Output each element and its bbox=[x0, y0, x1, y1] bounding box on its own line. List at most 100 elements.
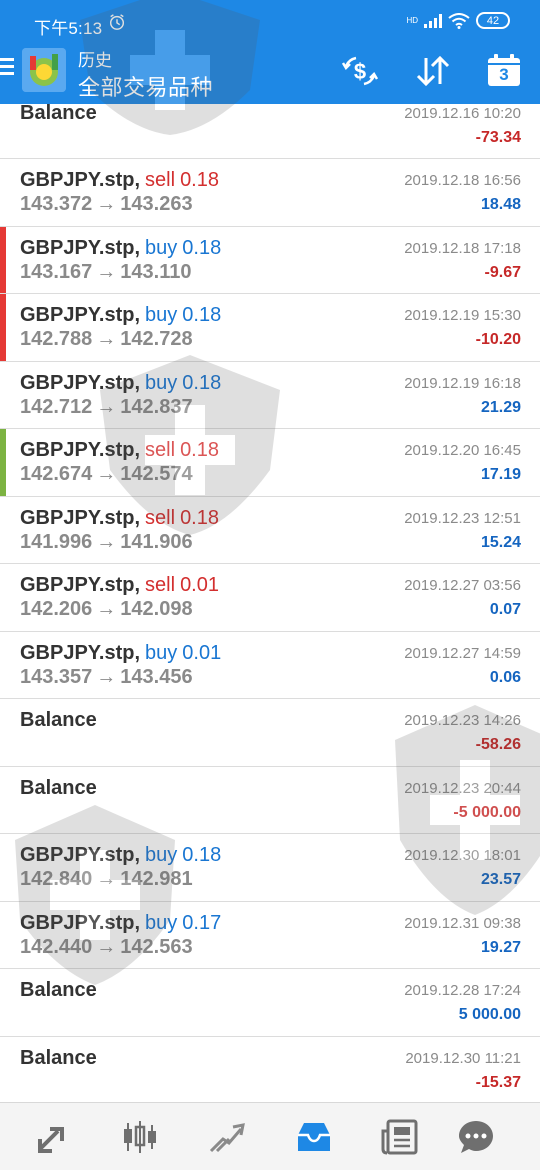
row-time: 2019.12.23 20:44 bbox=[404, 779, 521, 797]
symbol-filter[interactable]: 全部交易品种 bbox=[78, 70, 213, 102]
close-price: 142.563 bbox=[120, 935, 193, 958]
open-price: 142.440 bbox=[20, 935, 93, 958]
open-price: 142.788 bbox=[20, 328, 93, 350]
close-price: 143.263 bbox=[120, 193, 193, 215]
chart-icon[interactable] bbox=[120, 1117, 160, 1157]
status-bar: 下午5:13 HD 42 bbox=[0, 0, 540, 44]
row-marker bbox=[0, 226, 6, 293]
history-row[interactable]: GBPJPY.stp, buy 0.01 143.357 → 143.456 2019.12… bbox=[0, 632, 540, 699]
history-row[interactable]: Balance 2019.12.23 20:44 -5 000.00 bbox=[0, 767, 540, 834]
symbol-label: Balance bbox=[20, 776, 97, 799]
history-row[interactable]: GBPJPY.stp, sell 0.18 143.372 → 143.263 2019.1… bbox=[0, 159, 540, 227]
chat-icon[interactable] bbox=[456, 1117, 496, 1157]
bottom-navigation bbox=[0, 1102, 540, 1170]
row-profit: -73.34 bbox=[475, 129, 521, 146]
history-row[interactable]: Balance 2019.12.16 10:20 -73.34 bbox=[0, 104, 540, 159]
row-time: 2019.12.19 15:30 bbox=[404, 307, 521, 324]
row-symbol: GBPJPY.stp, sell 0.18 bbox=[20, 439, 219, 462]
history-icon[interactable] bbox=[294, 1117, 334, 1157]
symbol-label: GBPJPY.stp, bbox=[20, 304, 141, 326]
history-row[interactable]: GBPJPY.stp, buy 0.18 142.840 → 142.981 2019.12… bbox=[0, 834, 540, 902]
wifi-icon bbox=[448, 12, 470, 29]
signal-icon bbox=[424, 13, 442, 28]
trade-direction: buy bbox=[145, 844, 178, 866]
row-profit: 15.24 bbox=[480, 533, 521, 551]
history-row[interactable]: Balance 2019.12.30 11:21 -15.37 bbox=[0, 1037, 540, 1103]
history-row[interactable]: Balance 2019.12.23 14:26 -58.26 bbox=[0, 699, 540, 767]
open-price: 141.996 bbox=[20, 530, 93, 553]
battery-icon: 42 bbox=[476, 12, 510, 29]
row-symbol: GBPJPY.stp, buy 0.18 bbox=[20, 372, 221, 395]
app-logo bbox=[22, 48, 66, 92]
row-time: 2019.12.28 17:24 bbox=[404, 982, 521, 999]
history-row[interactable]: GBPJPY.stp, buy 0.18 142.712 → 142.837 2019.12… bbox=[0, 362, 540, 429]
status-time: 下午5:13 bbox=[34, 19, 103, 38]
arrow-icon: → bbox=[96, 328, 117, 350]
open-price: 142.712 bbox=[20, 395, 93, 418]
network-type: HD bbox=[406, 15, 418, 25]
close-price: 141.906 bbox=[120, 530, 193, 553]
trade-lots: 0.18 bbox=[182, 304, 222, 326]
history-row[interactable]: GBPJPY.stp, sell 0.18 142.674 → 142.574 2019.1… bbox=[0, 429, 540, 497]
history-list[interactable]: Balance 2019.12.16 10:20 -73.34 GBPJPY.stp,… bbox=[0, 104, 540, 1102]
price-range: 143.372 → 143.263 bbox=[20, 193, 193, 216]
history-row[interactable]: GBPJPY.stp, sell 0.18 141.996 → 141.906 2019.1… bbox=[0, 497, 540, 564]
trade-direction: sell bbox=[145, 506, 176, 529]
trade-lots: 0.18 bbox=[182, 371, 222, 394]
symbol-label: GBPJPY.stp, bbox=[20, 641, 141, 664]
row-profit: 5 000.00 bbox=[458, 1006, 521, 1023]
trade-icon[interactable] bbox=[207, 1117, 247, 1157]
symbol-label: GBPJPY.stp, bbox=[20, 169, 141, 191]
open-price: 142.840 bbox=[20, 868, 93, 890]
history-row[interactable]: Balance 2019.12.28 17:24 5 000.00 bbox=[0, 969, 540, 1037]
trade-direction: sell bbox=[145, 169, 176, 191]
quotes-icon[interactable] bbox=[34, 1117, 74, 1157]
arrow-icon: → bbox=[96, 665, 117, 688]
row-symbol: Balance bbox=[20, 709, 97, 732]
row-time: 2019.12.18 16:56 bbox=[404, 172, 521, 189]
menu-icon[interactable] bbox=[0, 58, 16, 80]
trade-direction: sell bbox=[145, 574, 176, 596]
status-icons: HD 42 bbox=[406, 12, 510, 29]
row-time: 2019.12.23 12:51 bbox=[404, 509, 521, 527]
news-icon[interactable] bbox=[380, 1117, 420, 1157]
calendar-icon[interactable]: 3 bbox=[484, 52, 524, 90]
trade-lots: 0.18 bbox=[180, 169, 219, 191]
row-time: 2019.12.20 16:45 bbox=[404, 442, 521, 459]
trade-direction: buy bbox=[145, 304, 178, 326]
history-row[interactable]: GBPJPY.stp, buy 0.17 142.440 → 142.563 2019.12… bbox=[0, 902, 540, 969]
row-profit: -58.26 bbox=[475, 736, 521, 753]
currency-exchange-icon[interactable]: $ bbox=[340, 52, 380, 90]
history-row[interactable]: GBPJPY.stp, buy 0.18 143.167 → 143.110 2019.12… bbox=[0, 226, 540, 294]
trade-lots: 0.17 bbox=[182, 911, 222, 934]
close-price: 142.981 bbox=[120, 868, 193, 890]
arrow-icon: → bbox=[96, 530, 117, 553]
top-app-bar: 下午5:13 HD 42 历史 全部交易品种 $ 3 bbox=[0, 0, 540, 104]
row-marker bbox=[0, 294, 6, 361]
sort-icon[interactable] bbox=[413, 52, 453, 90]
arrow-icon: → bbox=[96, 395, 117, 418]
close-price: 142.728 bbox=[120, 328, 193, 350]
close-price: 143.456 bbox=[120, 665, 193, 688]
row-symbol: GBPJPY.stp, buy 0.01 bbox=[20, 642, 221, 665]
row-symbol: GBPJPY.stp, sell 0.01 bbox=[20, 574, 219, 597]
trade-lots: 0.01 bbox=[182, 641, 222, 664]
price-range: 142.712 → 142.837 bbox=[20, 396, 193, 419]
trade-lots: 0.18 bbox=[182, 844, 222, 866]
row-symbol: GBPJPY.stp, buy 0.18 bbox=[20, 304, 221, 327]
symbol-label: GBPJPY.stp, bbox=[20, 506, 141, 529]
history-row[interactable]: GBPJPY.stp, sell 0.01 142.206 → 142.098 2019.1… bbox=[0, 564, 540, 632]
alarm-icon bbox=[109, 14, 125, 30]
calendar-day: 3 bbox=[499, 65, 509, 84]
row-time: 2019.12.30 11:21 bbox=[405, 1049, 521, 1067]
trade-direction: sell bbox=[145, 439, 176, 461]
history-row[interactable]: GBPJPY.stp, buy 0.18 142.788 → 142.728 2019.12… bbox=[0, 294, 540, 362]
trade-direction: buy bbox=[145, 911, 178, 934]
trade-lots: 0.01 bbox=[180, 574, 219, 596]
price-range: 143.167 → 143.110 bbox=[20, 261, 192, 284]
close-price: 143.110 bbox=[120, 260, 192, 283]
trade-lots: 0.18 bbox=[180, 439, 219, 461]
price-range: 142.840 → 142.981 bbox=[20, 868, 193, 891]
arrow-icon: → bbox=[96, 868, 117, 890]
svg-text:$: $ bbox=[354, 59, 366, 84]
